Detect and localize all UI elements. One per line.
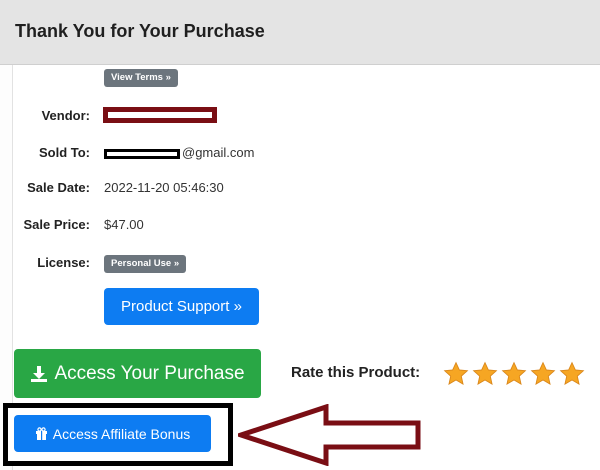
page-header: Thank You for Your Purchase <box>0 0 600 65</box>
star-icon[interactable] <box>501 361 527 387</box>
star-icon[interactable] <box>472 361 498 387</box>
star-icon[interactable] <box>530 361 556 387</box>
star-icon[interactable] <box>559 361 585 387</box>
star-icon[interactable] <box>443 361 469 387</box>
sold-to-label: Sold To: <box>38 145 90 160</box>
access-purchase-label: Access Your Purchase <box>54 362 245 384</box>
download-icon <box>31 365 48 382</box>
sale-date-value: 2022-11-20 05:46:30 <box>104 180 224 195</box>
affiliate-bonus-label: Access Affiliate Bonus <box>52 425 191 442</box>
license-label: License: <box>37 255 90 270</box>
sale-date-label: Sale Date: <box>27 180 90 195</box>
sale-price-value: $47.00 <box>104 217 144 232</box>
sold-to-value: @gmail.com <box>104 145 254 160</box>
vendor-redaction <box>103 107 217 123</box>
sale-price-label: Sale Price: <box>23 217 91 232</box>
vendor-label: Vendor: <box>41 108 90 123</box>
affiliate-bonus-button[interactable]: Access Affiliate Bonus <box>14 415 211 452</box>
page-title: Thank You for Your Purchase <box>15 21 265 41</box>
license-badge[interactable]: Personal Use » <box>104 255 187 273</box>
access-purchase-button[interactable]: Access Your Purchase <box>14 349 261 398</box>
email-domain: @gmail.com <box>182 145 255 160</box>
product-support-button[interactable]: Product Support » <box>104 288 259 325</box>
gift-icon <box>35 427 47 440</box>
rating-stars[interactable] <box>443 361 585 387</box>
rate-product-label: Rate this Product: <box>291 364 421 381</box>
annotation-arrow <box>238 404 421 466</box>
view-terms-badge[interactable]: View Terms » <box>104 69 178 87</box>
email-redaction <box>104 148 180 159</box>
